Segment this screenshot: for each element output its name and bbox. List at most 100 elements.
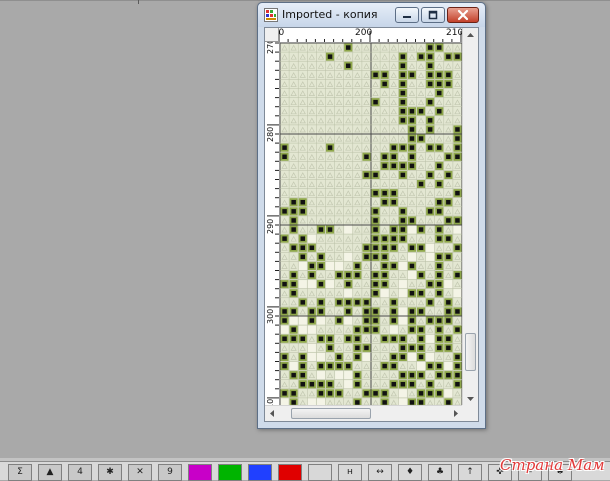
stitch-cell[interactable] (326, 398, 335, 405)
stitch-cell[interactable] (344, 380, 353, 389)
stitch-cell[interactable] (426, 398, 435, 405)
stitch-cell[interactable] (344, 398, 353, 405)
pattern-canvas[interactable]: 190 200 210 270 280 290 300 310 (264, 27, 479, 422)
stitch-symbol (418, 354, 424, 360)
stitch-cell[interactable] (407, 352, 416, 361)
stitch-cell[interactable] (316, 316, 325, 325)
stitch-cell[interactable] (398, 307, 407, 316)
pattern-app-icon[interactable] (264, 8, 278, 22)
stitch-cell[interactable] (307, 398, 316, 405)
palette-swatch[interactable]: ↑ (458, 464, 482, 481)
stitch-cell[interactable] (307, 325, 316, 334)
stitch-cell[interactable] (280, 398, 289, 405)
stitch-cell[interactable] (417, 362, 426, 371)
pattern-window[interactable]: Imported - копия 190 200 210 (257, 2, 486, 429)
palette-swatch[interactable]: 9 (158, 464, 182, 481)
stitch-cell[interactable] (335, 371, 344, 380)
stitch-cell[interactable] (344, 316, 353, 325)
palette-swatch[interactable] (188, 464, 212, 481)
stitch-cell[interactable] (344, 225, 353, 234)
stitch-cell[interactable] (298, 261, 307, 270)
palette-swatch[interactable] (248, 464, 272, 481)
scroll-left-arrow-icon[interactable] (265, 406, 279, 421)
stitch-cell[interactable] (371, 398, 380, 405)
stitch-cell[interactable] (426, 252, 435, 261)
stitch-cell[interactable] (398, 398, 407, 405)
vertical-scrollbar[interactable] (462, 28, 478, 407)
palette-swatch[interactable] (308, 464, 332, 481)
stitch-cell[interactable] (380, 289, 389, 298)
stitch-cell[interactable] (362, 352, 371, 361)
stitch-cell[interactable] (444, 389, 453, 398)
stitch-cell[interactable] (307, 343, 316, 352)
palette-swatch[interactable]: 4 (68, 464, 92, 481)
stitch-cell[interactable] (398, 316, 407, 325)
stitch-cell[interactable] (289, 362, 298, 371)
stitch-cell[interactable] (326, 261, 335, 270)
stitch-cell[interactable] (398, 389, 407, 398)
maximize-button[interactable] (421, 7, 445, 23)
stitch-cell[interactable] (444, 362, 453, 371)
stitch-cell[interactable] (307, 352, 316, 361)
horizontal-scrollbar[interactable] (265, 405, 463, 421)
stitch-cell[interactable] (407, 271, 416, 280)
stitch-cell[interactable] (344, 252, 353, 261)
size-grip[interactable] (462, 405, 478, 421)
stitch-cell[interactable] (280, 325, 289, 334)
stitch-cell[interactable] (344, 371, 353, 380)
stitch-cell[interactable] (326, 280, 335, 289)
stitch-cell[interactable] (316, 371, 325, 380)
stitch-cell[interactable] (307, 234, 316, 243)
stitch-cell[interactable] (435, 398, 444, 405)
stitch-cell[interactable] (335, 398, 344, 405)
stitch-cell[interactable] (289, 316, 298, 325)
stitch-cell[interactable] (407, 252, 416, 261)
palette-swatch[interactable]: ▲ (38, 464, 62, 481)
stitch-symbol (336, 391, 342, 396)
minimize-button[interactable] (395, 7, 419, 23)
stitch-grid[interactable] (280, 43, 462, 405)
stitch-cell[interactable] (453, 225, 462, 234)
stitch-symbol (382, 200, 387, 205)
stitch-cell[interactable] (398, 280, 407, 289)
palette-swatch[interactable]: ✱ (98, 464, 122, 481)
stitch-cell[interactable] (426, 352, 435, 361)
stitch-cell[interactable] (389, 325, 398, 334)
stitch-cell[interactable] (298, 280, 307, 289)
palette-swatch[interactable]: ✕ (128, 464, 152, 481)
stitch-cell[interactable] (389, 398, 398, 405)
stitch-cell[interactable] (426, 243, 435, 252)
close-button[interactable] (447, 7, 479, 23)
scroll-up-arrow-icon[interactable] (463, 28, 478, 42)
horizontal-scroll-thumb[interactable] (291, 408, 371, 419)
stitch-cell[interactable] (407, 225, 416, 234)
stitch-cell[interactable] (453, 289, 462, 298)
palette-swatch[interactable]: ♣ (428, 464, 452, 481)
palette-swatch[interactable]: ♦ (398, 464, 422, 481)
scroll-right-arrow-icon[interactable] (449, 406, 463, 421)
stitch-cell[interactable] (307, 280, 316, 289)
title-bar[interactable]: Imported - копия (258, 3, 485, 27)
stitch-cell[interactable] (444, 280, 453, 289)
ruler-label-190: 190 (279, 28, 285, 38)
palette-swatch[interactable]: Σ (8, 464, 32, 481)
vertical-scroll-thumb[interactable] (465, 333, 476, 371)
stitch-cell[interactable] (316, 398, 325, 405)
stitch-cell[interactable] (298, 325, 307, 334)
stitch-cell[interactable] (398, 289, 407, 298)
stitch-cell[interactable] (316, 352, 325, 361)
stitch-cell[interactable] (453, 398, 462, 405)
palette-swatch[interactable]: ↔ (368, 464, 392, 481)
stitch-cell[interactable] (335, 261, 344, 270)
scroll-down-arrow-icon[interactable] (463, 392, 478, 406)
stitch-cell[interactable] (344, 289, 353, 298)
stitch-cell[interactable] (426, 334, 435, 343)
palette-swatch[interactable] (278, 464, 302, 481)
stitch-cell[interactable] (362, 398, 371, 405)
palette-swatch[interactable] (218, 464, 242, 481)
stitch-cell[interactable] (298, 316, 307, 325)
stitch-cell[interactable] (398, 261, 407, 270)
stitch-grid-svg[interactable] (280, 43, 462, 405)
stitch-cell[interactable] (298, 398, 307, 405)
palette-swatch[interactable]: н (338, 464, 362, 481)
